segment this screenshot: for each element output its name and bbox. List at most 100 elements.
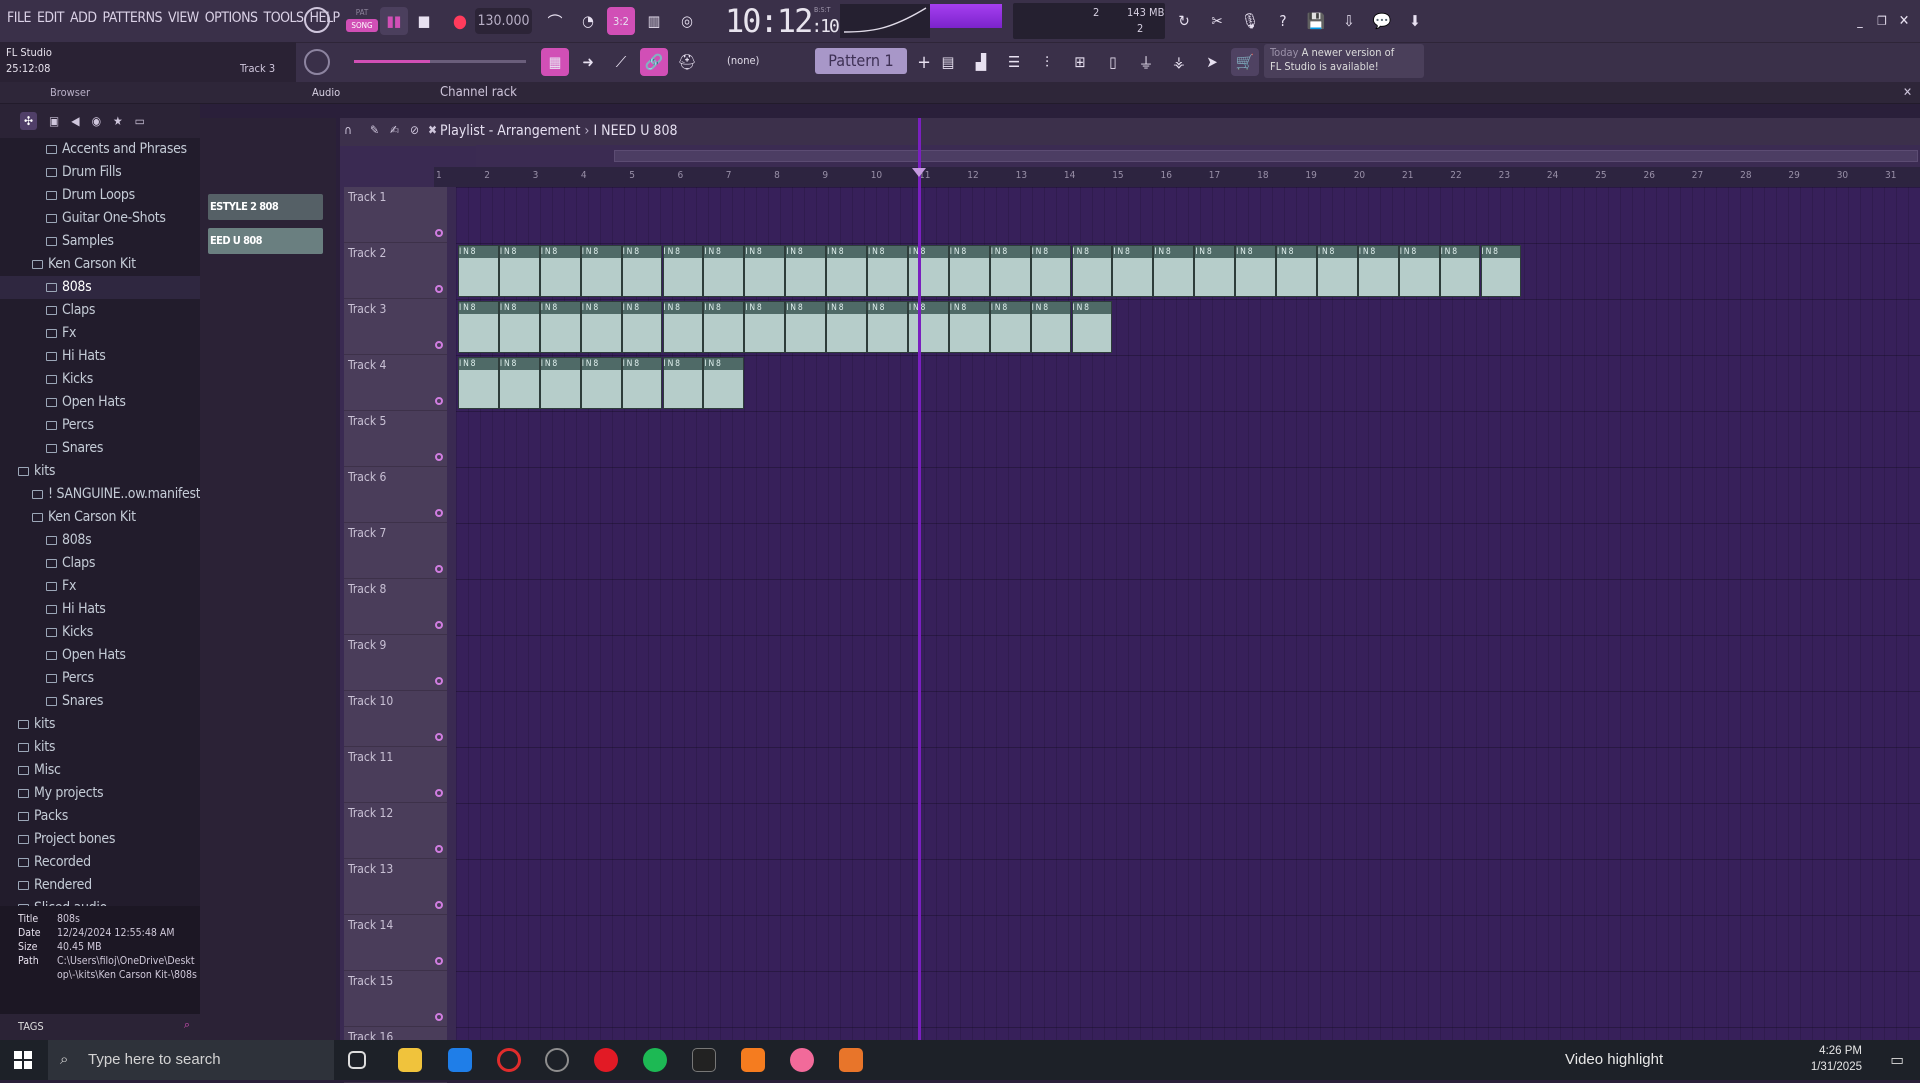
pattern-clip[interactable]: I N 8 bbox=[744, 301, 786, 353]
piano-roll-icon[interactable]: ▦ bbox=[541, 48, 569, 76]
pattern-clip[interactable]: I N 8 bbox=[826, 245, 867, 297]
pattern-clip[interactable]: I N 8 bbox=[580, 245, 622, 297]
pattern-clip[interactable]: I N 8 bbox=[1235, 245, 1276, 297]
pattern-clip-1[interactable]: ESTYLE 2 808 bbox=[208, 194, 323, 220]
menu-options[interactable]: OPTIONS bbox=[202, 10, 261, 26]
pat-song-toggle[interactable]: PAT SONG bbox=[346, 6, 378, 36]
track-header[interactable]: Track 2 bbox=[344, 243, 447, 299]
pattern-clip[interactable]: I N 8 bbox=[948, 245, 990, 297]
snap-selector[interactable]: (none) bbox=[727, 54, 759, 67]
pattern-clip[interactable]: I N 8 bbox=[458, 245, 499, 297]
browser-item[interactable]: Sliced audio bbox=[0, 897, 200, 906]
lock-icon[interactable]: ⚶ bbox=[1165, 48, 1193, 76]
track-mute-icon[interactable] bbox=[435, 341, 443, 349]
track-mute-icon[interactable] bbox=[435, 453, 443, 461]
search-icon[interactable]: ⌕ bbox=[184, 1018, 190, 1032]
pause-button[interactable]: ▮▮ bbox=[380, 7, 408, 35]
pattern-clip[interactable]: I N 8 bbox=[989, 245, 1031, 297]
track-header[interactable]: Track 8 bbox=[344, 579, 447, 635]
tempo-display[interactable]: 130.000 bbox=[475, 8, 532, 34]
track-header[interactable]: Track 7 bbox=[344, 523, 447, 579]
track-header[interactable]: Track 15 bbox=[344, 971, 447, 1027]
browser-all-icon[interactable]: ✣ bbox=[20, 112, 38, 130]
pattern-clip[interactable]: I N 8 bbox=[539, 245, 581, 297]
pattern-clip[interactable]: I N 8 bbox=[867, 301, 908, 353]
stamp-icon[interactable]: ⛑ bbox=[673, 48, 701, 76]
pattern-clip[interactable]: I N 8 bbox=[907, 301, 949, 353]
system-clock[interactable]: 4:26 PM 1/31/2025 bbox=[1811, 1043, 1862, 1075]
browser-item[interactable]: kits bbox=[0, 736, 200, 759]
magnet-icon[interactable]: ∩ bbox=[344, 123, 352, 137]
render-icon[interactable]: ⇩ bbox=[1335, 7, 1363, 35]
pattern-clip[interactable]: I N 8 bbox=[539, 357, 581, 409]
browser-files-icon[interactable]: ▣ bbox=[49, 114, 59, 128]
browser-item[interactable]: kits bbox=[0, 713, 200, 736]
browser-item[interactable]: Kicks bbox=[0, 621, 200, 644]
pattern-clip[interactable]: I N 8 bbox=[1357, 245, 1399, 297]
pattern-clip[interactable]: I N 8 bbox=[1071, 245, 1113, 297]
pattern-clip[interactable]: I N 8 bbox=[580, 301, 622, 353]
browser-item[interactable]: Rendered bbox=[0, 874, 200, 897]
file-icon[interactable]: ▯ bbox=[1099, 48, 1127, 76]
fl-studio-icon[interactable] bbox=[839, 1048, 863, 1072]
osu-icon[interactable] bbox=[790, 1048, 814, 1072]
browser-item[interactable]: Snares bbox=[0, 690, 200, 713]
save-icon[interactable]: 💾 bbox=[1302, 7, 1330, 35]
step-edit-icon[interactable]: ▥ bbox=[640, 7, 668, 35]
track-mute-icon[interactable] bbox=[435, 565, 443, 573]
spotify-icon[interactable] bbox=[643, 1048, 667, 1072]
playlist-view-icon[interactable]: ▤ bbox=[934, 48, 962, 76]
browser-item[interactable]: Open Hats bbox=[0, 644, 200, 667]
browser-item[interactable]: Fx bbox=[0, 575, 200, 598]
pattern-clip[interactable]: I N 8 bbox=[989, 301, 1031, 353]
browser-item[interactable]: Guitar One-Shots bbox=[0, 207, 200, 230]
track-mute-icon[interactable] bbox=[435, 285, 443, 293]
browser-item[interactable]: Project bones bbox=[0, 828, 200, 851]
browser-tree-icon[interactable]: ⊞ bbox=[1066, 48, 1094, 76]
wait-icon[interactable]: ◔ bbox=[574, 7, 602, 35]
browser-item[interactable]: 808s bbox=[0, 529, 200, 552]
video-highlight-label[interactable]: Video highlight bbox=[1565, 1051, 1663, 1068]
pattern-selector[interactable]: Pattern 1 bbox=[815, 48, 907, 74]
download-icon[interactable]: ⬇ bbox=[1401, 7, 1429, 35]
task-view-icon[interactable] bbox=[348, 1051, 366, 1069]
browser-globe-icon[interactable]: ◉ bbox=[92, 114, 101, 128]
pattern-clip[interactable]: I N 8 bbox=[785, 245, 827, 297]
track-mute-icon[interactable] bbox=[435, 229, 443, 237]
pattern-clip[interactable]: I N 8 bbox=[621, 245, 663, 297]
track-mute-icon[interactable] bbox=[435, 621, 443, 629]
pattern-clip[interactable]: I N 8 bbox=[498, 301, 540, 353]
track-header[interactable]: Track 5 bbox=[344, 411, 447, 467]
pattern-clip[interactable]: I N 8 bbox=[1112, 245, 1154, 297]
menu-tools[interactable]: TOOLS bbox=[261, 10, 307, 26]
pattern-clip[interactable]: I N 8 bbox=[662, 301, 704, 353]
pattern-clip[interactable]: I N 8 bbox=[1030, 301, 1072, 353]
main-volume-slider[interactable] bbox=[354, 60, 526, 63]
notification-icon[interactable]: ▭ bbox=[1890, 1050, 1904, 1069]
stop-button[interactable]: ■ bbox=[410, 7, 438, 35]
menu-patterns[interactable]: PATTERNS bbox=[100, 10, 166, 26]
track-header[interactable]: Track 12 bbox=[344, 803, 447, 859]
undo-icon[interactable]: ↻ bbox=[1170, 7, 1198, 35]
pattern-clip[interactable]: I N 8 bbox=[1030, 245, 1072, 297]
countdown-icon[interactable]: 3:2 bbox=[607, 7, 635, 35]
plug-icon[interactable]: ⏚ bbox=[1132, 48, 1160, 76]
channel-rack-tab[interactable]: Channel rack bbox=[440, 85, 517, 100]
file-explorer-icon[interactable] bbox=[398, 1048, 422, 1072]
browser-item[interactable]: My projects bbox=[0, 782, 200, 805]
pattern-clip[interactable]: I N 8 bbox=[621, 301, 663, 353]
menu-view[interactable]: VIEW bbox=[165, 10, 202, 26]
browser-item[interactable]: Hi Hats bbox=[0, 598, 200, 621]
brush-icon[interactable]: ⟋ bbox=[607, 48, 635, 76]
call-of-duty-icon[interactable] bbox=[692, 1048, 716, 1072]
chat-icon[interactable]: 💬 bbox=[1368, 7, 1396, 35]
browser-item[interactable]: kits bbox=[0, 460, 200, 483]
track-header[interactable]: Track 14 bbox=[344, 915, 447, 971]
browser-item[interactable]: Ken Carson Kit bbox=[0, 506, 200, 529]
track-mute-icon[interactable] bbox=[435, 397, 443, 405]
browser-item[interactable]: Packs bbox=[0, 805, 200, 828]
pattern-clip[interactable]: I N 8 bbox=[662, 245, 704, 297]
arrow-right-icon[interactable]: ➜ bbox=[574, 48, 602, 76]
pattern-clip-2[interactable]: EED U 808 bbox=[208, 228, 323, 254]
browser-item[interactable]: Percs bbox=[0, 667, 200, 690]
